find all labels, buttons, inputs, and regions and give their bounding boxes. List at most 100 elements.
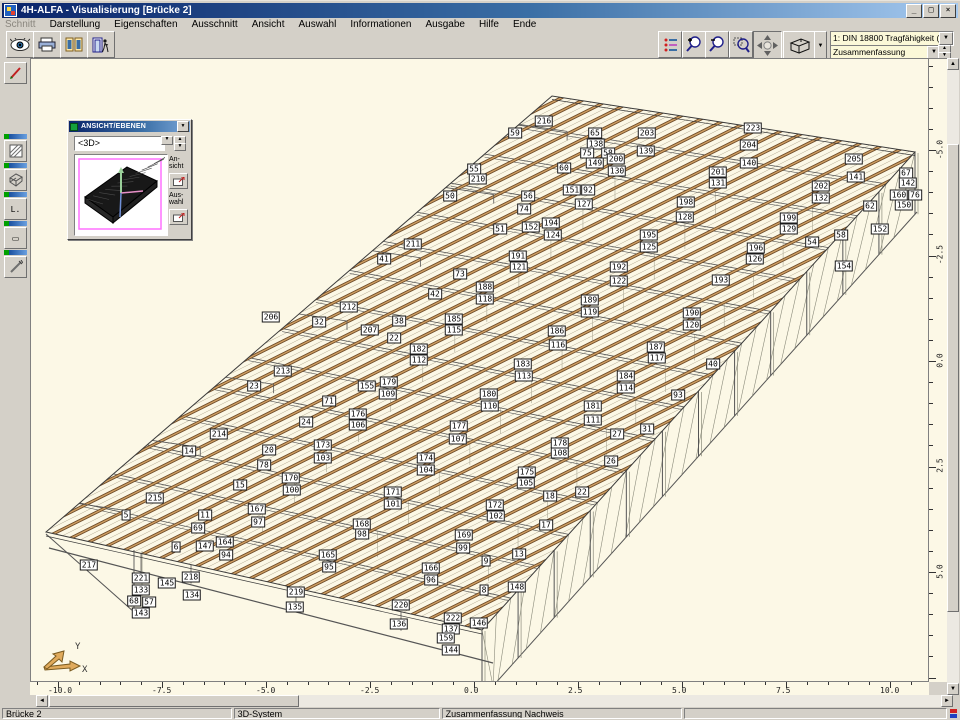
element-label[interactable]: 215 [146, 493, 164, 504]
element-label[interactable]: 169 [455, 530, 473, 541]
element-label[interactable]: 140 [740, 158, 758, 169]
element-label[interactable]: 175 [518, 467, 536, 478]
label-tool-button[interactable]: L. [4, 198, 27, 220]
auswahl-apply-button[interactable] [169, 209, 188, 225]
element-label[interactable]: 206 [262, 312, 280, 323]
element-label[interactable]: 120 [683, 320, 701, 331]
element-label[interactable]: 32 [312, 317, 326, 328]
element-label[interactable]: 211 [404, 239, 422, 250]
element-label[interactable]: 164 [216, 537, 234, 548]
element-label[interactable]: 173 [314, 440, 332, 451]
horizontal-scrollbar[interactable]: ◄ ► [36, 695, 953, 707]
element-label[interactable]: 151 [563, 185, 581, 196]
element-label[interactable]: 152 [871, 224, 889, 235]
drawing-viewport[interactable]: 2165965138755814920013060203139210555056… [30, 58, 929, 682]
zoom-window-button[interactable] [729, 31, 753, 58]
plate-tool-button[interactable] [4, 169, 27, 191]
element-label[interactable]: 180 [480, 389, 498, 400]
element-label[interactable]: 5 [122, 510, 131, 521]
tool-window-strip[interactable] [4, 134, 27, 139]
horizontal-scroll-thumb[interactable] [49, 695, 299, 707]
menu-item-ende[interactable]: Ende [513, 19, 536, 30]
element-label[interactable]: 217 [80, 560, 98, 571]
pages-button[interactable] [60, 31, 88, 58]
menu-item-ausschnitt[interactable]: Ausschnitt [192, 19, 238, 30]
element-label[interactable]: 22 [387, 333, 401, 344]
ansicht-apply-button[interactable] [169, 173, 188, 189]
element-label[interactable]: 23 [247, 381, 261, 392]
element-label[interactable]: 121 [510, 262, 528, 273]
beam-tool-button[interactable] [4, 140, 27, 162]
element-label[interactable]: 60 [557, 163, 571, 174]
tool-window-strip[interactable] [4, 163, 27, 168]
element-label[interactable]: 146 [470, 618, 488, 629]
element-label[interactable]: 133 [132, 585, 150, 596]
element-label[interactable]: 113 [515, 371, 533, 382]
element-label[interactable]: 212 [340, 302, 358, 313]
element-label[interactable]: 126 [746, 254, 764, 265]
element-label[interactable]: 68 [127, 596, 141, 607]
element-label[interactable]: 55 [467, 164, 481, 175]
zoom-out-button[interactable] [705, 31, 729, 58]
element-label[interactable]: 167 [248, 504, 266, 515]
element-label[interactable]: 8 [480, 585, 489, 596]
element-label[interactable]: 177 [450, 421, 468, 432]
element-label[interactable]: 95 [322, 562, 336, 573]
element-label[interactable]: 201 [709, 167, 727, 178]
element-label[interactable]: 38 [392, 316, 406, 327]
element-label[interactable]: 145 [158, 578, 176, 589]
redraw-button[interactable] [6, 31, 34, 58]
view-select-combobox[interactable]: <3D> [74, 136, 165, 151]
view-cube-button[interactable] [783, 31, 815, 60]
element-label[interactable]: 216 [535, 116, 553, 127]
element-label[interactable]: 9 [482, 556, 491, 567]
element-label[interactable]: 101 [384, 499, 402, 510]
element-label[interactable]: 69 [191, 523, 205, 534]
element-label[interactable]: 22 [575, 487, 589, 498]
element-label[interactable]: 155 [358, 381, 376, 392]
title-bar[interactable]: 4H-ALFA - Visualisierung [Brücke 2] _ □ … [2, 3, 958, 18]
draw-tool-button[interactable] [4, 256, 27, 278]
element-label[interactable]: 58 [834, 230, 848, 241]
element-label[interactable]: 62 [863, 201, 877, 212]
element-label[interactable]: 18 [543, 491, 557, 502]
element-label[interactable]: 152 [522, 222, 540, 233]
element-label[interactable]: 214 [210, 429, 228, 440]
view-dropdown-icon[interactable]: ▼ [161, 136, 173, 145]
element-label[interactable]: 174 [417, 453, 435, 464]
element-label[interactable]: 115 [445, 325, 463, 336]
element-label[interactable]: 132 [812, 193, 830, 204]
element-label[interactable]: 26 [604, 456, 618, 467]
element-label[interactable]: 94 [219, 550, 233, 561]
element-label[interactable]: 106 [349, 420, 367, 431]
element-label[interactable]: 6 [172, 542, 181, 553]
element-label[interactable]: 142 [899, 178, 917, 189]
scroll-up-icon[interactable]: ▲ [947, 58, 959, 70]
element-label[interactable]: 202 [812, 181, 830, 192]
element-label[interactable]: 154 [835, 261, 853, 272]
element-label[interactable]: 131 [709, 178, 727, 189]
select-edit-button[interactable] [4, 62, 27, 84]
element-label[interactable]: 103 [314, 453, 332, 464]
element-label[interactable]: 114 [617, 383, 635, 394]
element-label[interactable]: 144 [442, 645, 460, 656]
exit-button[interactable] [87, 31, 115, 58]
element-label[interactable]: 27 [610, 429, 624, 440]
element-label[interactable]: 102 [487, 511, 505, 522]
element-label[interactable]: 187 [647, 342, 665, 353]
element-label[interactable]: 118 [476, 294, 494, 305]
loadcase-combobox[interactable]: 1: DIN 18800 Tragfähigkeit (Th ▼ [830, 31, 954, 46]
element-label[interactable]: 122 [610, 276, 628, 287]
element-label[interactable]: 73 [453, 269, 467, 280]
panel-rollup-icon[interactable]: ▼ [177, 121, 189, 132]
element-label[interactable]: 192 [610, 262, 628, 273]
element-label[interactable]: 51 [493, 224, 507, 235]
element-label[interactable]: 186 [548, 326, 566, 337]
element-label[interactable]: 24 [299, 417, 313, 428]
panel-title-bar[interactable]: ANSICHT/EBENEN ▼ [69, 121, 190, 132]
element-label[interactable]: 159 [437, 633, 455, 644]
element-label[interactable]: 193 [712, 275, 730, 286]
element-label[interactable]: 223 [744, 123, 762, 134]
element-label[interactable]: 130 [608, 166, 626, 177]
element-label[interactable]: 50 [443, 191, 457, 202]
